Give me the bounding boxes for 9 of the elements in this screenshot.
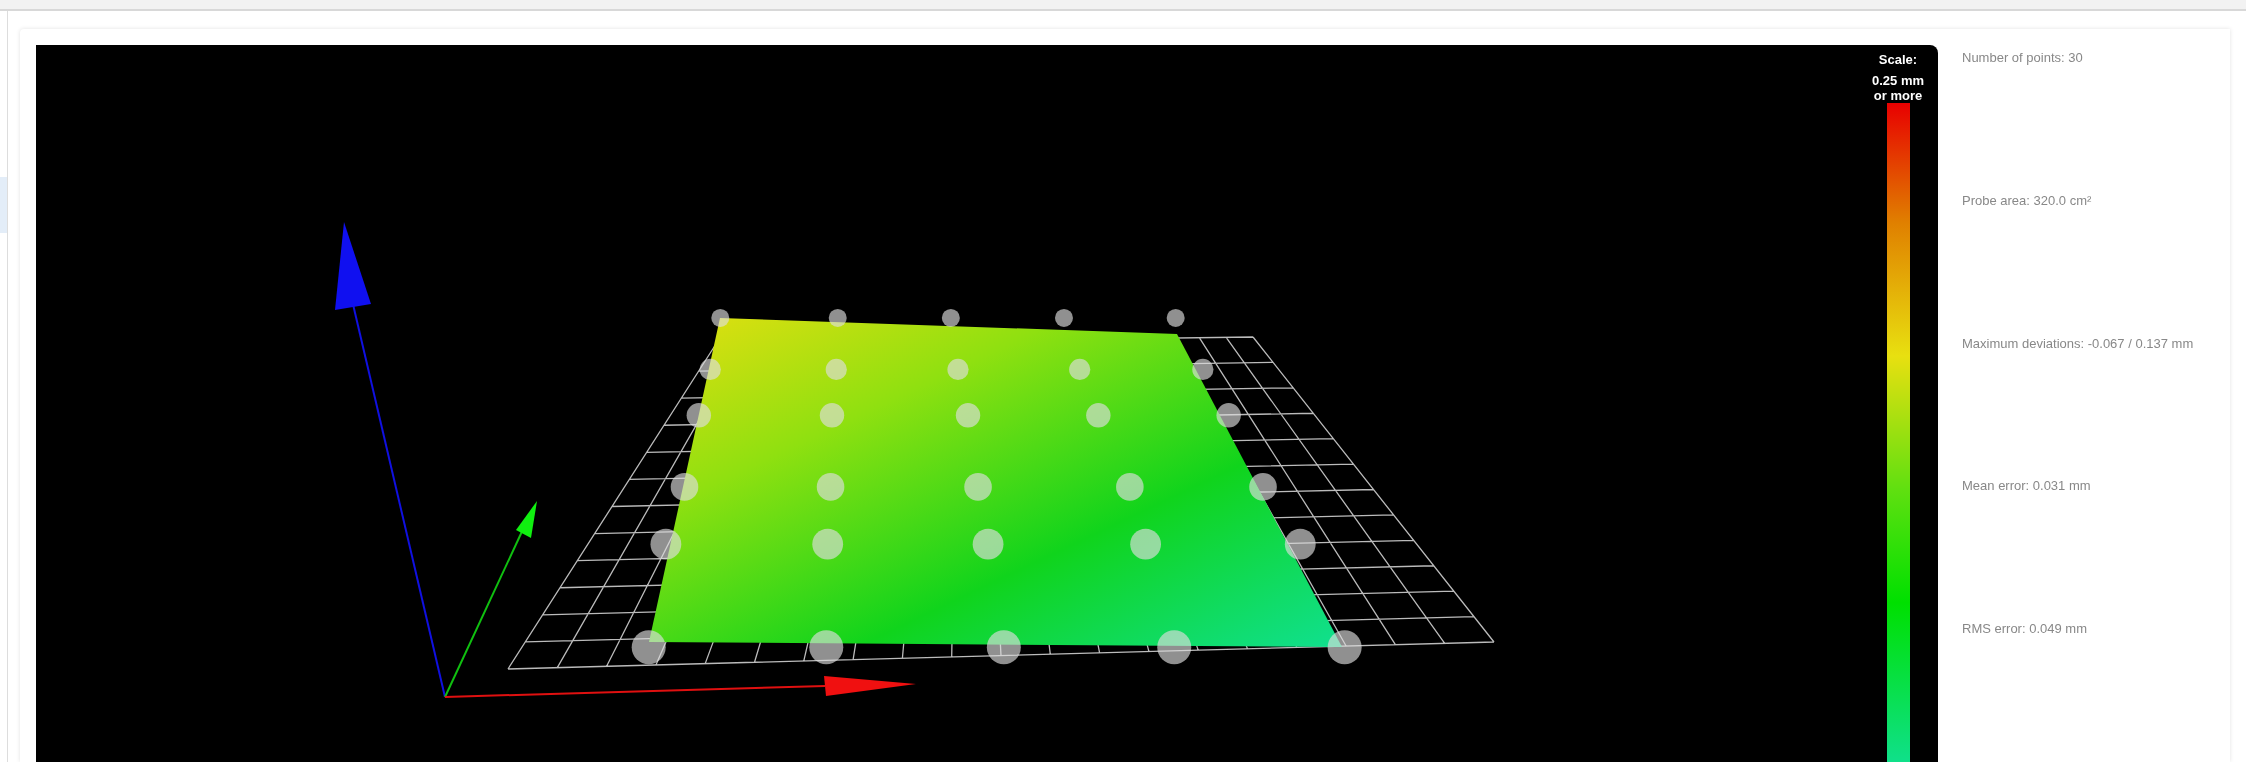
stat-text: RMS error: 0.049 mm bbox=[1962, 621, 2087, 637]
stat-text: Number of points: 30 bbox=[1962, 50, 2083, 65]
scale-max-label: 0.25 mm or more bbox=[1870, 73, 1925, 103]
scale-title: Scale: bbox=[1878, 52, 1918, 67]
3d-viewport[interactable]: Scale: 0.25 mm or more bbox=[36, 45, 1938, 762]
stat-text: Mean error: 0.031 mm bbox=[1962, 478, 2091, 494]
stat-text: Probe area: 320.0 cm² bbox=[1962, 192, 2092, 208]
stat-text: Maximum deviations: -0.067 / 0.137 mm bbox=[1962, 335, 2194, 351]
sidebar-item[interactable] bbox=[0, 177, 7, 233]
